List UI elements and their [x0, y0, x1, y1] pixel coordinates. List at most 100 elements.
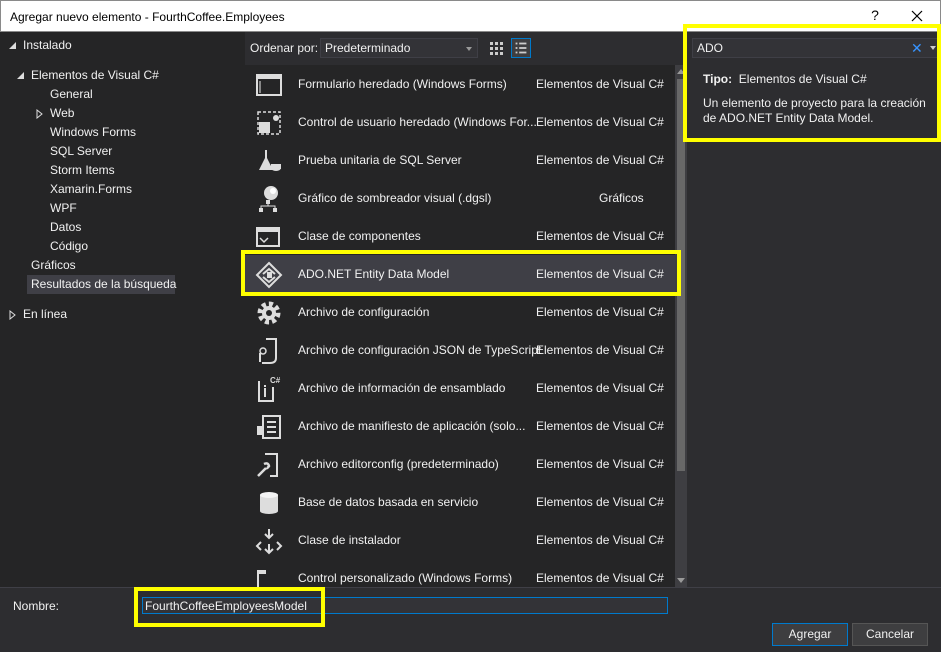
svg-text:C#: C# [270, 376, 281, 385]
installer-icon [255, 529, 283, 555]
tree-item-label: Storm Items [50, 163, 115, 177]
item-type: Tipo: Elementos de Visual C# [703, 72, 935, 86]
list-item[interactable]: C# Archivo de información de ensamblado … [245, 369, 675, 407]
list-item[interactable]: Formulario heredado (Windows Forms) Elem… [245, 65, 675, 103]
tree-item-label: Gráficos [31, 258, 76, 272]
item-name: Archivo de manifiesto de aplicación (sol… [298, 419, 526, 433]
item-name: Gráfico de sombreador visual (.dgsl) [298, 191, 492, 205]
help-button[interactable]: ? [867, 7, 883, 23]
scroll-down-icon[interactable] [677, 578, 685, 583]
footer: Nombre: Agregar Cancelar [0, 587, 941, 652]
tree-item-general[interactable]: General [0, 85, 245, 104]
list-item[interactable]: Control de usuario heredado (Windows For… [245, 103, 675, 141]
tree-item-codigo[interactable]: Código [0, 237, 245, 256]
database-icon [260, 492, 278, 514]
list-item-selected[interactable]: ADO.NET Entity Data Model Elementos de V… [245, 255, 675, 293]
tree-item-wpf[interactable]: WPF [0, 199, 245, 218]
wrench-file-icon [257, 453, 278, 477]
tree-item-label: Elementos de Visual C# [31, 68, 159, 82]
list-item[interactable]: Clase de componentes Elementos de Visual… [245, 217, 675, 255]
list-item[interactable]: Gráfico de sombreador visual (.dgsl) Grá… [245, 179, 675, 217]
tree-item-label: Windows Forms [50, 125, 137, 139]
gear-icon [257, 301, 281, 325]
chevron-down-icon [466, 47, 472, 51]
collapsed-arrow-icon [9, 310, 16, 320]
search-box[interactable]: ✕ [692, 38, 938, 58]
add-button[interactable]: Agregar [772, 623, 848, 646]
item-category: Elementos de Visual C# [536, 343, 664, 357]
list-item[interactable]: Prueba unitaria de SQL Server Elementos … [245, 141, 675, 179]
expanded-arrow-icon [9, 42, 16, 49]
sort-bar: Ordenar por: Predeterminado [245, 32, 683, 64]
tree-item-windows-forms[interactable]: Windows Forms [0, 123, 245, 142]
sort-label: Ordenar por: [250, 41, 319, 55]
item-name: Control personalizado (Windows Forms) [298, 571, 513, 585]
list-item[interactable]: Archivo de configuración JSON de TypeScr… [245, 331, 675, 369]
item-category: Elementos de Visual C# [536, 305, 664, 319]
tree-item-installed[interactable]: Instalado [0, 36, 245, 55]
tree-item-online[interactable]: En línea [0, 305, 245, 324]
tree-item-label: Instalado [23, 38, 72, 52]
cancel-button[interactable]: Cancelar [852, 623, 928, 646]
item-description: Un elemento de proyecto para la creación… [703, 96, 926, 125]
item-category: Elementos de Visual C# [536, 115, 664, 129]
name-input[interactable] [142, 597, 668, 614]
type-label: Tipo: [703, 72, 733, 86]
details-panel: ✕ Tipo: Elementos de Visual C# Un elemen… [687, 32, 941, 587]
name-label: Nombre: [13, 599, 60, 613]
item-category: Elementos de Visual C# [536, 457, 664, 471]
item-info: Tipo: Elementos de Visual C# Un elemento… [703, 72, 935, 126]
item-name: Archivo de configuración [298, 305, 430, 319]
small-icons-view-icon[interactable] [486, 38, 506, 58]
tree-item-search-results[interactable]: Resultados de la búsqueda [27, 275, 177, 294]
type-value: Elementos de Visual C# [738, 72, 867, 86]
window-title: Agregar nuevo elemento - FourthCoffee.Em… [10, 10, 285, 24]
tree-item-label: WPF [50, 201, 77, 215]
chevron-down-icon[interactable] [930, 46, 936, 50]
tree-item-label: Resultados de la búsqueda [31, 277, 177, 291]
tree-item-storm-items[interactable]: Storm Items [0, 161, 245, 180]
list-item[interactable]: Archivo editorconfig (predeterminado) El… [245, 445, 675, 483]
tree-item-xamarin-forms[interactable]: Xamarin.Forms [0, 180, 245, 199]
search-input[interactable] [697, 40, 897, 56]
collapsed-arrow-icon [36, 109, 43, 119]
item-name: Control de usuario heredado (Windows For… [298, 115, 537, 129]
tree-item-web[interactable]: Web [0, 104, 245, 123]
tree-item-sql-server[interactable]: SQL Server [0, 142, 245, 161]
title-bar: Agregar nuevo elemento - FourthCoffee.Em… [0, 0, 941, 32]
list-scrollbar[interactable] [675, 65, 687, 587]
tree-item-datos[interactable]: Datos [0, 218, 245, 237]
scroll-thumb[interactable] [677, 79, 685, 471]
tree-item-label: En línea [23, 307, 68, 321]
item-category: Elementos de Visual C# [536, 153, 664, 167]
tree-item-vcsharp[interactable]: Elementos de Visual C# [0, 66, 245, 85]
tree-item-label: General [50, 87, 93, 101]
tree-item-label: Web [50, 106, 75, 120]
custom-control-icon [257, 570, 266, 587]
expanded-arrow-icon [17, 72, 24, 79]
assembly-info-icon: C# [258, 376, 281, 402]
list-item[interactable]: Clase de instalador Elementos de Visual … [245, 521, 675, 559]
list-item[interactable]: Control personalizado (Windows Forms) El… [245, 559, 675, 587]
template-list: Formulario heredado (Windows Forms) Elem… [245, 65, 675, 587]
scroll-up-icon[interactable] [677, 69, 685, 74]
item-category: Elementos de Visual C# [536, 77, 664, 91]
item-name: Archivo de información de ensamblado [298, 381, 506, 395]
manifest-icon [257, 415, 281, 439]
tree-item-graficos[interactable]: Gráficos [0, 256, 245, 275]
item-name: Archivo editorconfig (predeterminado) [298, 457, 499, 471]
list-item[interactable]: Archivo de configuración Elementos de Vi… [245, 293, 675, 331]
item-category: Elementos de Visual C# [536, 533, 664, 547]
close-icon[interactable] [906, 5, 928, 27]
item-category: Elementos de Visual C# [536, 419, 664, 433]
item-name: Formulario heredado (Windows Forms) [298, 77, 507, 91]
list-view-icon[interactable] [511, 38, 531, 58]
list-item[interactable]: Base de datos basada en servicio Element… [245, 483, 675, 521]
item-name: Archivo de configuración JSON de TypeScr… [298, 343, 542, 357]
clear-search-icon[interactable]: ✕ [911, 40, 923, 57]
item-name: ADO.NET Entity Data Model [298, 267, 450, 281]
category-tree: Instalado Elementos de Visual C# General… [0, 32, 245, 587]
sort-dropdown[interactable]: Predeterminado [320, 38, 478, 58]
list-item[interactable]: Archivo de manifiesto de aplicación (sol… [245, 407, 675, 445]
item-name: Base de datos basada en servicio [298, 495, 479, 509]
